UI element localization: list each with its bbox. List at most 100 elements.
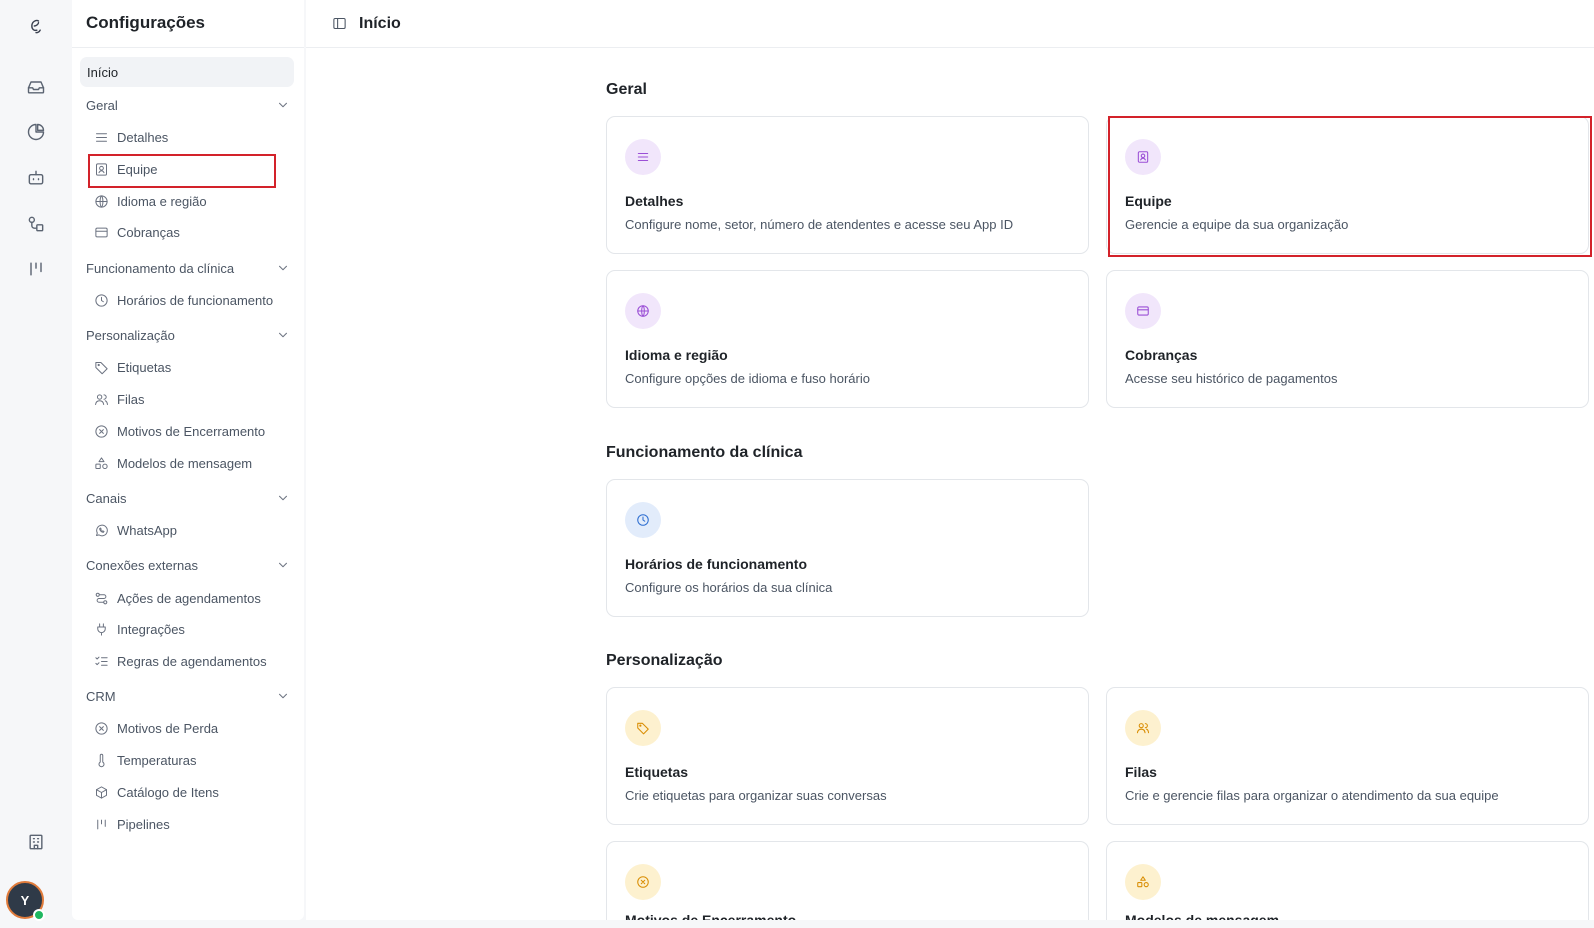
sidebar-section-label: CRM <box>86 688 116 704</box>
card-description: Crie etiquetas para organizar suas conve… <box>625 788 887 803</box>
chevron-down-icon <box>278 495 288 501</box>
sidebar-item-detalhes[interactable]: Detalhes <box>94 125 168 149</box>
credit-card-icon <box>95 227 108 237</box>
card-motivos-encerramento[interactable]: Motivos de Encerramento <box>606 841 1089 920</box>
list-checks-icon <box>95 656 108 666</box>
card-title: Filas <box>1125 764 1157 780</box>
online-status-dot <box>33 909 45 921</box>
sidebar-item-label: Motivos de Encerramento <box>117 423 266 439</box>
sidebar-item-motivos-encerramento[interactable]: Motivos de Encerramento <box>94 419 265 443</box>
sidebar-item-label: Modelos de mensagem <box>117 455 253 471</box>
sidebar-item-label: Filas <box>117 391 145 407</box>
inbox-icon[interactable] <box>14 67 58 107</box>
sidebar-item-label: Etiquetas <box>117 359 172 375</box>
sidebar-item-label: Detalhes <box>117 129 169 145</box>
card-description: Acesse seu histórico de pagamentos <box>1125 371 1338 386</box>
shapes-icon <box>95 456 108 469</box>
sidebar-section-label: Canais <box>86 490 127 506</box>
card-idioma[interactable]: Idioma e região Configure opções de idio… <box>606 270 1089 408</box>
card-title: Etiquetas <box>625 764 689 780</box>
users-icon <box>1136 723 1150 734</box>
sidebar-item-label: Pipelines <box>117 816 170 832</box>
chevron-down-icon <box>278 562 288 568</box>
page-title: Início <box>359 14 401 32</box>
sidebar-section-funcionamento[interactable]: Funcionamento da clínica <box>86 257 290 279</box>
settings-sidebar: Configurações Início Geral Detalhes Equi… <box>72 0 304 920</box>
card-title: Motivos de Encerramento <box>625 912 797 920</box>
sidebar-title: Configurações <box>86 13 206 32</box>
card-detalhes[interactable]: Detalhes Configure nome, setor, número d… <box>606 116 1089 254</box>
sidebar-section-label: Geral <box>86 97 118 113</box>
card-title: Detalhes <box>625 193 684 209</box>
header-bar: Início <box>306 0 1594 48</box>
sidebar-item-label: Regras de agendamentos <box>117 653 267 669</box>
card-icon-wrap <box>625 502 661 538</box>
sidebar-item-temperaturas[interactable]: Temperaturas <box>94 748 196 772</box>
sidebar-item-label: WhatsApp <box>117 522 177 538</box>
sidebar-item-label: Integrações <box>117 621 185 637</box>
card-description: Crie e gerencie filas para organizar o a… <box>1125 788 1499 803</box>
card-filas[interactable]: Filas Crie e gerencie filas para organiz… <box>1106 687 1589 825</box>
sidebar-item-motivos-perda[interactable]: Motivos de Perda <box>94 716 218 740</box>
pipeline-icon <box>97 819 106 829</box>
workflow-icon[interactable] <box>14 204 58 244</box>
card-icon-wrap <box>1125 293 1161 329</box>
card-title: Horários de funcionamento <box>625 556 808 572</box>
card-icon-wrap <box>1125 710 1161 746</box>
card-etiquetas[interactable]: Etiquetas Crie etiquetas para organizar … <box>606 687 1089 825</box>
sidebar-item-whatsapp[interactable]: WhatsApp <box>94 518 177 542</box>
sidebar-item-label: Temperaturas <box>117 752 197 768</box>
sidebar-section-crm[interactable]: CRM <box>86 685 290 707</box>
building-icon[interactable] <box>14 822 58 862</box>
sidebar-item-idioma[interactable]: Idioma e região <box>94 189 207 213</box>
x-circle-icon <box>95 721 108 735</box>
card-title: Cobranças <box>1125 347 1198 363</box>
sidebar-item-integracoes[interactable]: Integrações <box>94 617 185 641</box>
card-icon-wrap <box>625 710 661 746</box>
sidebar-item-label: Ações de agendamentos <box>117 590 261 606</box>
whatsapp-icon <box>96 524 108 536</box>
chevron-down-icon <box>278 102 288 108</box>
sidebar-item-label: Horários de funcionamento <box>117 292 274 308</box>
sidebar-item-filas[interactable]: Filas <box>94 387 144 411</box>
sidebar-section-conexoes[interactable]: Conexões externas <box>86 554 290 576</box>
shapes-icon <box>1137 876 1149 888</box>
chevron-down-icon <box>278 332 288 338</box>
sidebar-section-geral[interactable]: Geral <box>86 94 290 116</box>
card-icon-wrap <box>625 139 661 175</box>
sidebar-item-pipelines[interactable]: Pipelines <box>94 812 170 836</box>
avatar-initial: Y <box>20 892 30 908</box>
section-title-personalizacao: Personalização <box>606 652 723 669</box>
icon-rail: Y <box>0 0 72 928</box>
reports-icon[interactable] <box>14 112 58 152</box>
credit-card-icon <box>1137 306 1149 316</box>
sidebar-section-canais[interactable]: Canais <box>86 487 290 509</box>
pipeline-icon[interactable] <box>14 249 58 289</box>
sidebar-item-etiquetas[interactable]: Etiquetas <box>94 355 171 379</box>
chevron-down-icon <box>278 265 288 271</box>
logo-icon[interactable] <box>14 6 58 46</box>
highlight-box-sidebar-equipe <box>88 154 276 188</box>
card-cobrancas[interactable]: Cobranças Acesse seu histórico de pagame… <box>1106 270 1589 408</box>
package-icon <box>96 785 107 799</box>
clock-icon <box>637 514 649 526</box>
sidebar-item-cobrancas[interactable]: Cobranças <box>94 220 180 244</box>
users-icon <box>95 393 108 405</box>
sidebar-item-catalogo[interactable]: Catálogo de Itens <box>94 780 219 804</box>
sidebar-section-label: Personalização <box>86 327 175 343</box>
card-description: Configure os horários da sua clínica <box>625 580 833 595</box>
sidebar-item-modelos-mensagem[interactable]: Modelos de mensagem <box>94 451 252 475</box>
sidebar-section-label: Funcionamento da clínica <box>86 260 235 276</box>
bot-icon[interactable] <box>14 158 58 198</box>
sidebar-section-personalizacao[interactable]: Personalização <box>86 324 290 346</box>
card-modelos-mensagem[interactable]: Modelos de mensagem <box>1106 841 1589 920</box>
sidebar-toggle-icon[interactable] <box>332 16 347 31</box>
sidebar-item-inicio[interactable]: Início <box>80 57 294 87</box>
sidebar-item-horarios[interactable]: Horários de funcionamento <box>94 288 273 312</box>
sidebar-item-regras-agendamentos[interactable]: Regras de agendamentos <box>94 649 267 673</box>
plug-icon <box>97 622 106 636</box>
card-horarios[interactable]: Horários de funcionamento Configure os h… <box>606 479 1089 617</box>
card-icon-wrap <box>1125 864 1161 900</box>
card-description: Configure opções de idioma e fuso horári… <box>625 371 870 386</box>
sidebar-item-acoes-agendamentos[interactable]: Ações de agendamentos <box>94 586 261 610</box>
